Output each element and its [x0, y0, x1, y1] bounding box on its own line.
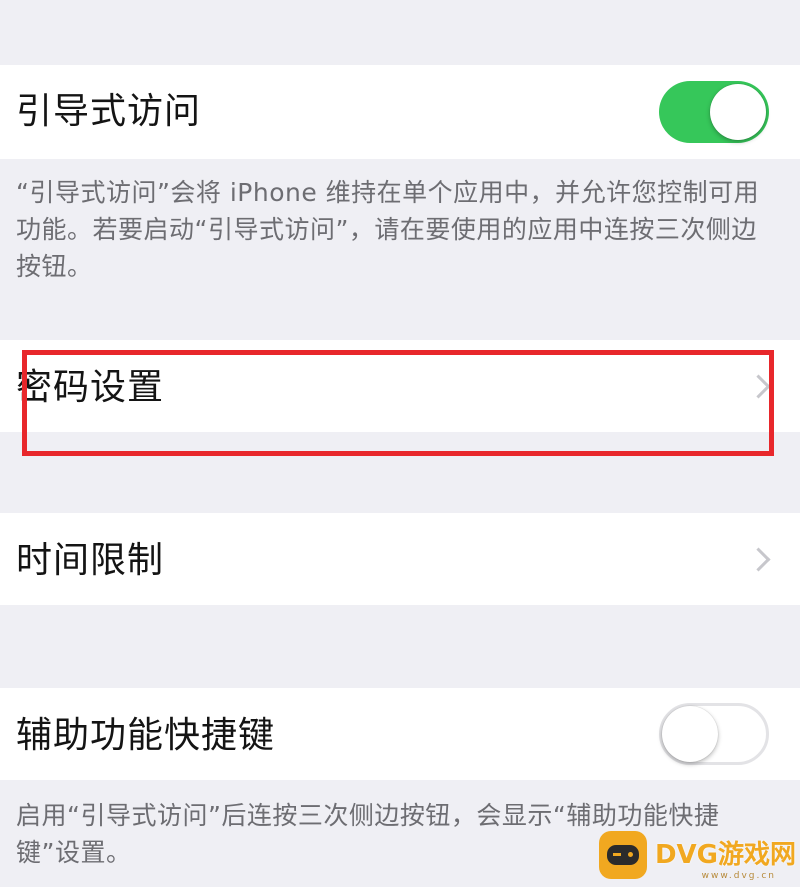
passcode-settings-cell[interactable]: 密码设置 — [0, 340, 800, 432]
watermark-subtext: www.dvg.cn — [701, 871, 776, 881]
accessibility-shortcut-label: 辅助功能快捷键 — [16, 715, 276, 756]
guided-access-cell: 引导式访问 — [0, 65, 800, 159]
time-limits-cell[interactable]: 时间限制 — [0, 513, 800, 605]
gamepad-icon — [598, 831, 647, 879]
watermark: DVG游戏网 www.dvg.cn — [598, 829, 796, 881]
watermark-text: DVG游戏网 — [654, 840, 796, 870]
guided-access-footer: “引导式访问”会将 iPhone 维持在单个应用中，并允许您控制可用功能。若要启… — [16, 178, 760, 281]
guided-access-label: 引导式访问 — [16, 91, 202, 132]
accessibility-shortcut-toggle[interactable] — [659, 703, 769, 765]
accessibility-shortcut-cell: 辅助功能快捷键 — [0, 688, 800, 780]
guided-access-toggle[interactable] — [659, 81, 769, 143]
toggle-knob — [662, 706, 718, 762]
time-limits-label: 时间限制 — [16, 540, 165, 581]
chevron-right-icon — [746, 374, 771, 399]
passcode-settings-label: 密码设置 — [16, 367, 165, 408]
toggle-knob — [710, 84, 766, 140]
chevron-right-icon — [746, 547, 771, 572]
